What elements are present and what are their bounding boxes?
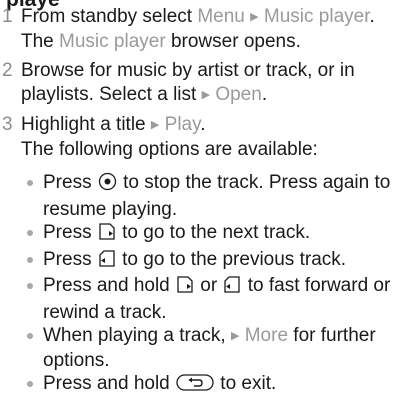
menu-path-item: Menu: [197, 6, 245, 27]
previous-track-key-icon: [98, 249, 116, 275]
menu-path-item: Play: [164, 114, 201, 135]
next-track-key-icon: [98, 222, 116, 248]
list-item: Press and hold to exit.: [21, 372, 396, 399]
app-name: Music player: [59, 30, 166, 52]
list-item: When playing a track, ▶ More for further…: [21, 324, 396, 372]
back-key-icon: [176, 373, 214, 399]
arrow-icon: ▶: [230, 330, 240, 342]
bullet-text: When playing a track,: [43, 325, 231, 346]
center-select-key-icon: [98, 172, 117, 198]
menu-path-item: More: [244, 325, 289, 346]
step-text: Highlight a title: [21, 114, 151, 135]
bullet-text: Press and hold: [43, 275, 176, 296]
arrow-icon: ▶: [150, 119, 160, 131]
bullet-text: to go to the previous track.: [116, 248, 347, 270]
step-subtext: The following options are available:: [21, 138, 318, 160]
step-text: .: [261, 83, 268, 105]
step-3: 3 Highlight a title ▶ Play. The followin…: [0, 113, 396, 399]
bullet-text: to go to the next track.: [116, 222, 311, 243]
bullet-text: Press: [43, 172, 97, 193]
options-list: Press to stop the track. Press again to …: [21, 171, 396, 399]
bullet-text: or: [195, 275, 223, 296]
arrow-icon: ▶: [250, 11, 259, 23]
instruction-steps: 1 From standby select Menu ▶ Music playe…: [0, 0, 396, 399]
step-text: From standby select: [21, 6, 198, 27]
step-text: browser opens.: [165, 30, 301, 52]
bullet-text: Press: [43, 248, 97, 270]
arrow-icon: ▶: [201, 88, 211, 101]
step-2: 2 Browse for music by artist or track, o…: [0, 59, 396, 107]
previous-track-key-icon: [223, 275, 241, 301]
step-number: 2: [2, 60, 13, 81]
bullet-text: Press and hold: [43, 373, 176, 394]
list-item: Press to go to the previous track.: [21, 248, 396, 275]
menu-path-item: Open: [215, 83, 262, 105]
list-item: Press and hold or to fast forward or rew…: [21, 274, 396, 324]
step-text: Browse for music by artist or track, or …: [21, 60, 355, 105]
bullet-text: to exit.: [215, 373, 277, 394]
list-item: Press to stop the track. Press again to …: [21, 171, 396, 221]
next-track-key-icon: [176, 275, 194, 301]
menu-path-item: Music player: [263, 6, 370, 27]
step-text: .: [200, 114, 206, 135]
step-number: 3: [2, 114, 13, 135]
bullet-text: Press: [43, 222, 97, 243]
step-1: 1 From standby select Menu ▶ Music playe…: [0, 0, 396, 53]
step-number: 1: [2, 6, 13, 27]
list-item: Press to go to the next track.: [21, 221, 396, 248]
